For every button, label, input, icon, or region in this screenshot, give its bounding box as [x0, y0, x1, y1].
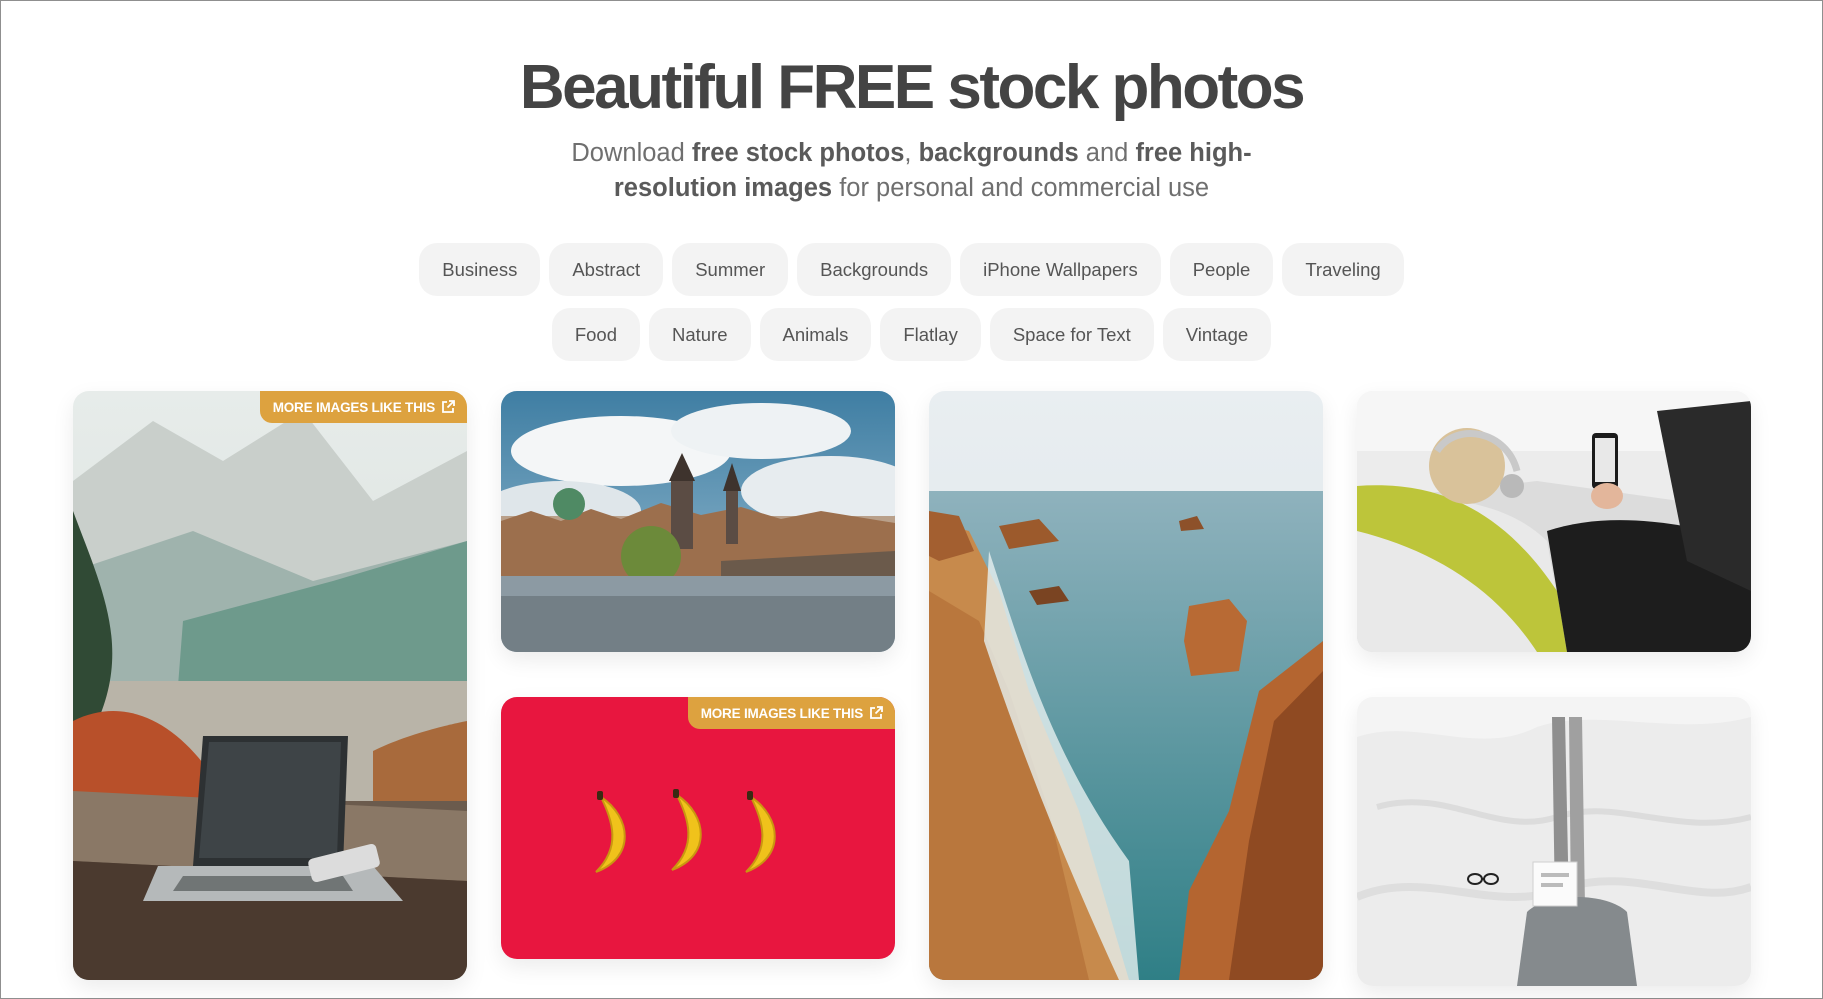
tag-business[interactable]: Business	[419, 243, 541, 296]
tag-nature[interactable]: Nature	[648, 308, 751, 361]
photo-woman-headphones	[1357, 391, 1751, 652]
tag-space-for-text[interactable]: Space for Text	[989, 308, 1154, 361]
subtitle-highlight: free stock photos	[691, 139, 905, 167]
tag-food[interactable]: Food	[551, 308, 640, 361]
photo-beach-aerial	[929, 391, 1323, 980]
subtitle-text: Download	[571, 139, 692, 167]
tag-backgrounds[interactable]: Backgrounds	[797, 243, 952, 296]
more-images-label: MORE IMAGES LIKE THIS	[700, 705, 864, 721]
subtitle-text: for personal and commercial use	[832, 174, 1210, 202]
category-tags-row-2: Food Nature Animals Flatlay Space for Te…	[0, 308, 1823, 361]
photo-card-reading-bed[interactable]	[1357, 697, 1751, 986]
subtitle-text: and	[1078, 139, 1136, 167]
photo-reading-in-bed	[1357, 697, 1751, 986]
more-images-like-this-button[interactable]: MORE IMAGES LIKE THIS	[259, 391, 467, 423]
tag-vintage[interactable]: Vintage	[1162, 308, 1272, 361]
category-tags-row-1: Business Abstract Summer Backgrounds iPh…	[0, 243, 1823, 296]
external-link-icon	[870, 706, 883, 719]
photo-card-laptop-mountains[interactable]: MORE IMAGES LIKE THIS	[73, 391, 467, 980]
external-link-icon	[442, 400, 455, 413]
page-title: Beautiful FREE stock photos	[519, 53, 1306, 122]
tag-summer[interactable]: Summer	[672, 243, 789, 296]
subtitle-text: ,	[904, 139, 919, 167]
page-subtitle: Download free stock photos, backgrounds …	[540, 136, 1283, 206]
more-images-label: MORE IMAGES LIKE THIS	[272, 399, 436, 415]
more-images-like-this-button[interactable]: MORE IMAGES LIKE THIS	[687, 697, 895, 729]
photo-card-headphones[interactable]	[1357, 391, 1751, 652]
tag-iphone-wallpapers[interactable]: iPhone Wallpapers	[960, 243, 1161, 296]
photo-card-prague[interactable]	[501, 391, 895, 652]
tag-animals[interactable]: Animals	[759, 308, 872, 361]
photo-card-bananas[interactable]: MORE IMAGES LIKE THIS	[501, 697, 895, 959]
photo-laptop-mountains	[73, 391, 467, 980]
tag-flatlay[interactable]: Flatlay	[880, 308, 981, 361]
tag-traveling[interactable]: Traveling	[1282, 243, 1404, 296]
photo-bananas	[501, 697, 895, 959]
tag-people[interactable]: People	[1169, 243, 1274, 296]
photo-card-beach[interactable]	[929, 391, 1323, 980]
subtitle-highlight: backgrounds	[918, 139, 1079, 167]
photo-prague-bridge	[501, 391, 895, 652]
tag-abstract[interactable]: Abstract	[549, 243, 664, 296]
